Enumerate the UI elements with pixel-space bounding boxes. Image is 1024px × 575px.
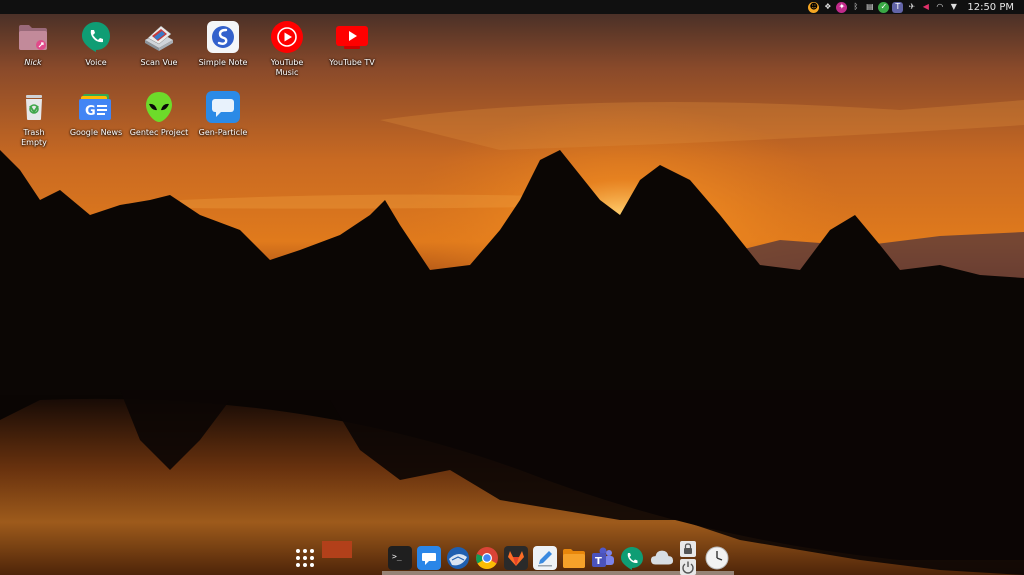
- app-launcher-icon[interactable]: [294, 547, 316, 569]
- svg-text:>_: >_: [392, 552, 402, 561]
- clock[interactable]: 12:50 PM: [967, 2, 1014, 13]
- scanner-icon: [142, 20, 176, 54]
- youtube-music-icon: [270, 20, 304, 54]
- teams-icon[interactable]: T: [892, 1, 904, 13]
- svg-text:G: G: [85, 104, 96, 119]
- desktop-icon-voice[interactable]: Voice: [65, 20, 127, 68]
- desktop-icon-trash[interactable]: Trash Empty: [3, 90, 65, 148]
- desktop-wallpaper: [0, 0, 1024, 575]
- mail-icon[interactable]: [417, 546, 441, 570]
- desktop-icon-youtube-tv[interactable]: YouTube TV: [321, 20, 383, 68]
- text-editor-icon[interactable]: [533, 546, 557, 570]
- lock-power-icon[interactable]: [677, 541, 699, 575]
- chat-icon: [206, 90, 240, 124]
- desktop-icon-gen-particle[interactable]: Gen-Particle: [192, 90, 254, 138]
- svg-text:T: T: [595, 556, 602, 567]
- teams-icon[interactable]: T: [591, 546, 615, 570]
- airplane-icon[interactable]: ✈: [906, 2, 917, 13]
- folder-icon: [16, 20, 50, 54]
- cloud-icon[interactable]: [650, 546, 674, 570]
- files-icon[interactable]: [562, 546, 586, 570]
- desktop-icon-label: Gentec Project: [129, 128, 189, 137]
- desktop-icon-label: Scan Vue: [140, 58, 178, 67]
- menu-caret-icon[interactable]: ▼: [948, 2, 959, 13]
- google-news-icon: G: [79, 90, 113, 124]
- desktop-icon-google-news[interactable]: G Google News: [65, 90, 127, 138]
- chrome-icon[interactable]: [475, 546, 499, 570]
- clipboard-icon[interactable]: ▤: [864, 2, 875, 13]
- clock-icon[interactable]: [705, 546, 729, 570]
- desktop-icon-label: YouTube TV: [329, 58, 375, 67]
- desktop-icon-scan-vue[interactable]: Scan Vue: [128, 20, 190, 68]
- desktop-icon-label: Nick: [24, 58, 42, 67]
- volume-icon[interactable]: ◀: [920, 2, 931, 13]
- desktop-icon-label: Google News: [69, 128, 123, 137]
- phone-icon[interactable]: [620, 546, 644, 570]
- gitlab-icon[interactable]: [504, 546, 528, 570]
- thunderbird-icon[interactable]: [446, 546, 470, 570]
- bluetooth-icon[interactable]: ᛒ: [850, 2, 861, 13]
- pinwheel-icon[interactable]: ✦: [836, 1, 848, 13]
- simplenote-icon: [206, 20, 240, 54]
- wifi-icon[interactable]: ◠: [934, 2, 945, 13]
- terminal-icon[interactable]: >_: [388, 546, 412, 570]
- trash-icon: [17, 90, 51, 124]
- desktop-icon-youtube-music[interactable]: YouTube Music: [256, 20, 318, 78]
- desktop-icon-label: Voice: [85, 58, 107, 67]
- check-icon[interactable]: ✓: [878, 1, 890, 13]
- desktop-icon-simple-note[interactable]: Simple Note: [192, 20, 254, 68]
- desktop-icon-gentec-project[interactable]: Gentec Project: [128, 90, 190, 138]
- desktop-icon-label: Gen-Particle: [198, 128, 248, 137]
- dropbox-icon[interactable]: ❖: [822, 2, 833, 13]
- emoji-icon[interactable]: ☻: [808, 1, 820, 13]
- desktop-icon-nick[interactable]: Nick: [2, 20, 64, 68]
- phone-icon: [79, 20, 113, 54]
- desktop-icon-label: Trash Empty: [21, 128, 47, 147]
- running-window-indicator[interactable]: [322, 541, 352, 558]
- desktop-icon-label: Simple Note: [198, 58, 248, 67]
- alien-icon: [142, 90, 176, 124]
- system-tray: ☻ ❖ ✦ ᛒ ▤ ✓ T ✈ ◀ ◠ ▼: [808, 0, 959, 14]
- top-panel: ☻ ❖ ✦ ᛒ ▤ ✓ T ✈ ◀ ◠ ▼ 12:50 PM: [0, 0, 1024, 14]
- youtube-tv-icon: [335, 20, 369, 54]
- desktop-icon-label: YouTube Music: [270, 58, 304, 77]
